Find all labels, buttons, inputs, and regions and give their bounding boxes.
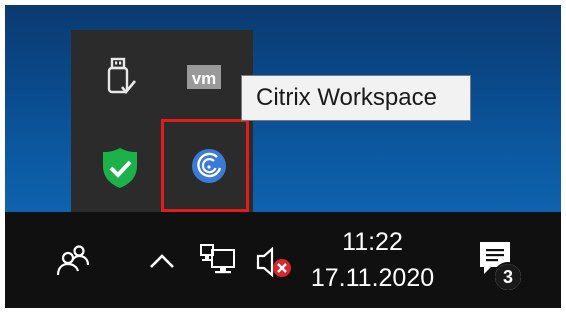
vmware-icon[interactable]: vm — [169, 42, 239, 112]
windows-security-shield-icon[interactable] — [85, 133, 155, 203]
notification-count: 3 — [495, 264, 521, 290]
tooltip: Citrix Workspace — [241, 75, 471, 121]
taskbar: 11:22 17.11.2020 — [5, 212, 561, 308]
svg-text:vm: vm — [192, 69, 217, 88]
clock[interactable]: 11:22 17.11.2020 — [310, 222, 435, 298]
clock-time: 11:22 — [342, 228, 403, 256]
show-hidden-icons-chevron[interactable] — [145, 244, 179, 278]
usb-eject-icon[interactable] — [85, 42, 155, 112]
people-icon[interactable] — [53, 240, 93, 280]
notification-count-badge: 3 — [493, 262, 523, 292]
citrix-highlight-box — [161, 119, 249, 212]
network-icon[interactable] — [197, 240, 239, 280]
volume-muted-icon[interactable] — [253, 242, 295, 282]
tooltip-text: Citrix Workspace — [256, 84, 437, 111]
clock-date: 17.11.2020 — [310, 264, 435, 292]
